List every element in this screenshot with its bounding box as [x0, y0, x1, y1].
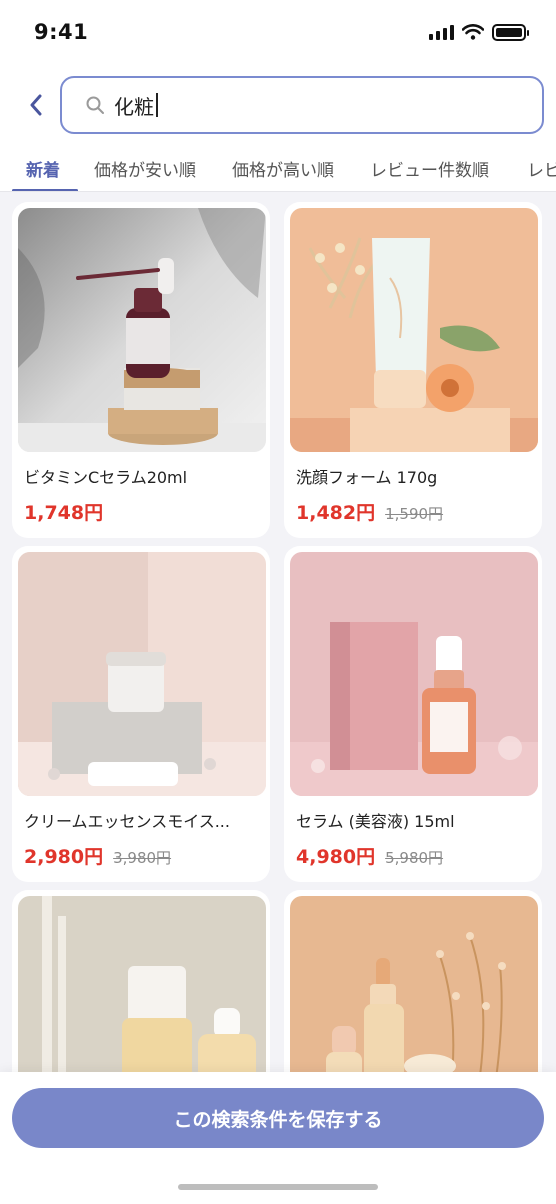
- battery-icon: [492, 23, 529, 41]
- back-button[interactable]: [22, 90, 50, 120]
- home-indicator: [178, 1184, 378, 1190]
- search-box[interactable]: 化粧: [60, 76, 544, 134]
- status-bar: 9:41: [0, 0, 556, 64]
- search-input[interactable]: 化粧: [114, 91, 494, 120]
- product-image: [18, 552, 266, 796]
- tab-price-low[interactable]: 価格が安い順: [94, 156, 196, 181]
- sort-tabs: 新着 価格が安い順 価格が高い順 レビュー件数順 レビ: [0, 146, 556, 192]
- tab-new[interactable]: 新着: [26, 156, 60, 181]
- product-original-price: 5,980円: [385, 849, 444, 867]
- product-name: セラム (美容液) 15ml: [296, 812, 455, 831]
- product-price: 2,980円: [24, 846, 104, 868]
- price-row: 1,748円: [24, 498, 103, 525]
- tab-review-count[interactable]: レビュー件数順: [370, 156, 489, 181]
- price-row: 2,980円 3,980円: [24, 842, 171, 869]
- product-original-price: 3,980円: [113, 849, 172, 867]
- price-row: 1,482円 1,590円: [296, 498, 443, 525]
- product-image: [290, 552, 538, 796]
- wifi-icon: [462, 24, 484, 40]
- product-image: [18, 208, 266, 452]
- product-card[interactable]: ビタミンCセラム20ml 1,748円: [12, 202, 270, 538]
- tab-price-high[interactable]: 価格が高い順: [232, 156, 334, 181]
- product-name: ビタミンCセラム20ml: [24, 468, 188, 487]
- product-card[interactable]: セラム (美容液) 15ml 4,980円 5,980円: [284, 546, 542, 882]
- save-search-button[interactable]: この検索条件を保存する: [12, 1088, 544, 1148]
- product-price: 4,980円: [296, 846, 376, 868]
- chevron-left-icon: [30, 94, 42, 116]
- search-row: 化粧: [0, 76, 556, 134]
- text-caret: [156, 93, 158, 117]
- search-icon: [84, 94, 106, 116]
- product-price: 1,748円: [24, 502, 104, 524]
- footer-save-area: この検索条件を保存する: [0, 1072, 556, 1204]
- product-card[interactable]: 洗顔フォーム 170g 1,482円 1,590円: [284, 202, 542, 538]
- product-image: [290, 208, 538, 452]
- search-query: 化粧: [114, 94, 154, 119]
- product-card[interactable]: クリームエッセンスモイス... 2,980円 3,980円: [12, 546, 270, 882]
- price-row: 4,980円 5,980円: [296, 842, 443, 869]
- tab-review-partial[interactable]: レビ: [527, 156, 556, 181]
- product-original-price: 1,590円: [385, 505, 444, 523]
- status-time: 9:41: [34, 20, 89, 44]
- product-name: 洗顔フォーム 170g: [296, 468, 438, 487]
- product-price: 1,482円: [296, 502, 376, 524]
- cellular-signal-icon: [429, 24, 454, 40]
- status-icons: [429, 23, 529, 41]
- product-name: クリームエッセンスモイス...: [24, 812, 230, 831]
